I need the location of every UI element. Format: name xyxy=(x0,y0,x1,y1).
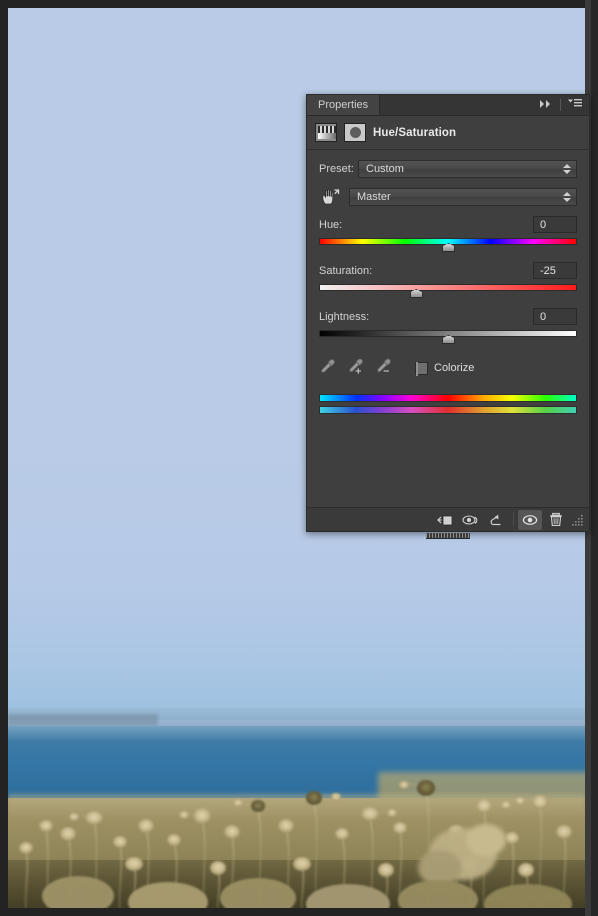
channel-row: Master xyxy=(319,187,577,207)
colorize-control[interactable]: Colorize xyxy=(415,361,475,376)
photoshop-workspace: Properties Hue/Saturation Preset: Custom… xyxy=(0,0,598,916)
spectrum-bars xyxy=(319,394,577,414)
tab-bar-controls xyxy=(535,95,589,115)
footer-divider xyxy=(513,512,514,527)
colorize-checkbox[interactable] xyxy=(415,361,428,376)
tab-properties[interactable]: Properties xyxy=(307,95,381,115)
resize-grip-icon[interactable] xyxy=(571,513,585,527)
reset-button[interactable] xyxy=(485,510,509,530)
colorize-label: Colorize xyxy=(434,362,475,374)
hue-spectrum-bar-result[interactable] xyxy=(319,406,577,414)
saturation-label: Saturation: xyxy=(319,264,373,277)
channel-stepper-icon[interactable] xyxy=(563,192,571,202)
preset-row: Preset: Custom xyxy=(319,160,577,178)
lightness-input[interactable]: 0 xyxy=(533,308,577,325)
panel-body: Preset: Custom Master Hue: 0 Saturation:… xyxy=(307,150,589,414)
view-previous-state-button[interactable] xyxy=(459,510,483,530)
tab-bar-spacer xyxy=(380,95,535,115)
panel-resize-grip[interactable] xyxy=(426,533,470,539)
panel-title-row: Hue/Saturation xyxy=(307,116,589,150)
panel-tab-bar: Properties xyxy=(307,95,589,116)
hue-slider-group: Hue: 0 xyxy=(319,216,577,252)
properties-panel[interactable]: Properties Hue/Saturation Preset: Custom… xyxy=(306,94,590,539)
preset-label: Preset: xyxy=(319,163,354,175)
targeted-adjustment-hand-icon[interactable] xyxy=(319,187,341,207)
hue-input[interactable]: 0 xyxy=(533,216,577,233)
hue-spectrum-bar-source[interactable] xyxy=(319,394,577,402)
tab-bar-divider xyxy=(560,99,561,111)
double-chevron-right-icon[interactable] xyxy=(539,99,553,112)
lightness-label: Lightness: xyxy=(319,310,370,323)
eyedropper-icon[interactable] xyxy=(319,358,336,378)
page-title: Hue/Saturation xyxy=(373,126,457,139)
preset-select[interactable]: Custom xyxy=(358,160,577,178)
panel-footer xyxy=(307,507,589,531)
layer-mask-thumbnail-icon[interactable] xyxy=(344,123,366,142)
hue-saturation-adjustment-icon[interactable] xyxy=(315,123,337,142)
panel-menu-icon[interactable] xyxy=(568,98,582,112)
hue-track-wrap[interactable] xyxy=(319,238,577,252)
lightness-track-wrap[interactable] xyxy=(319,330,577,344)
eyedropper-add-icon[interactable] xyxy=(347,358,364,378)
clip-to-layer-button[interactable] xyxy=(433,510,457,530)
preset-value: Custom xyxy=(366,163,404,175)
hue-label: Hue: xyxy=(319,218,343,231)
preset-stepper-icon[interactable] xyxy=(563,164,571,174)
saturation-slider-head: Saturation: -25 xyxy=(319,262,577,279)
photo-wildflower-plants xyxy=(19,780,572,908)
channel-select[interactable]: Master xyxy=(349,188,577,206)
saturation-slider-group: Saturation: -25 xyxy=(319,262,577,298)
workspace-right-edge xyxy=(591,0,598,916)
tab-properties-label: Properties xyxy=(318,99,369,111)
lightness-slider-head: Lightness: 0 xyxy=(319,308,577,325)
eyedropper-subtract-icon[interactable] xyxy=(375,358,392,378)
channel-value: Master xyxy=(357,191,391,203)
saturation-track-wrap[interactable] xyxy=(319,284,577,298)
delete-button[interactable] xyxy=(544,510,568,530)
saturation-track[interactable] xyxy=(319,284,577,291)
hue-slider-head: Hue: 0 xyxy=(319,216,577,233)
toggle-visibility-button[interactable] xyxy=(518,509,542,530)
saturation-input[interactable]: -25 xyxy=(533,262,577,279)
eyedropper-tools-row: Colorize xyxy=(319,358,577,378)
lightness-slider-group: Lightness: 0 xyxy=(319,308,577,344)
